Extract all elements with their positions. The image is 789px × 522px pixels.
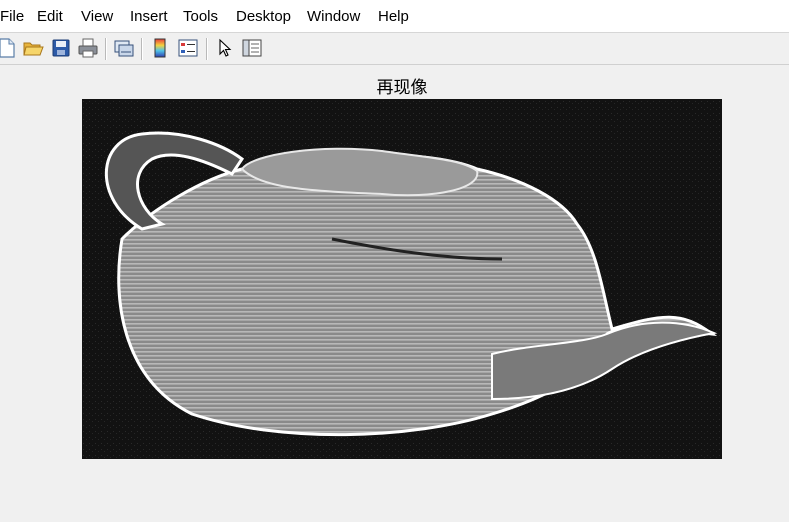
menu-desktop[interactable]: Desktop bbox=[236, 8, 291, 25]
menu-file[interactable]: File bbox=[0, 8, 24, 25]
figure-title: 再现像 bbox=[376, 78, 428, 98]
open-file-icon[interactable] bbox=[22, 37, 44, 59]
reconstructed-image bbox=[82, 99, 722, 459]
new-figure-icon[interactable] bbox=[0, 37, 18, 59]
insert-colorbar-icon[interactable] bbox=[149, 37, 171, 59]
save-figure-icon[interactable] bbox=[50, 37, 72, 59]
edit-plot-icon[interactable] bbox=[214, 37, 236, 59]
menu-insert[interactable]: Insert bbox=[130, 8, 168, 25]
insert-legend-icon[interactable] bbox=[177, 37, 199, 59]
link-plot-icon[interactable] bbox=[113, 37, 135, 59]
menu-bar: File Edit View Insert Tools Desktop Wind… bbox=[0, 0, 789, 33]
plot-tools-icon[interactable] bbox=[241, 37, 263, 59]
toolbar-separator bbox=[141, 38, 143, 60]
figure-toolbar bbox=[0, 33, 789, 65]
menu-help[interactable]: Help bbox=[378, 8, 409, 25]
print-figure-icon[interactable] bbox=[77, 37, 99, 59]
menu-view[interactable]: View bbox=[81, 8, 113, 25]
toolbar-separator bbox=[105, 38, 107, 60]
menu-tools[interactable]: Tools bbox=[183, 8, 218, 25]
menu-window[interactable]: Window bbox=[307, 8, 360, 25]
toolbar-separator bbox=[206, 38, 208, 60]
menu-edit[interactable]: Edit bbox=[37, 8, 63, 25]
